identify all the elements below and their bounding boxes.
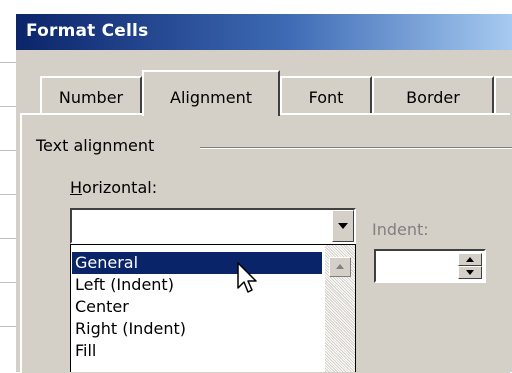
horizontal-label-rest: orizontal:: [82, 178, 158, 197]
list-item-fill[interactable]: Fill: [72, 340, 322, 362]
grid-line: [0, 194, 16, 195]
indent-spinner[interactable]: [374, 249, 486, 283]
dropdown-button[interactable]: [332, 210, 354, 242]
list-item-left-indent[interactable]: Left (Indent): [72, 274, 322, 296]
grid-line: [0, 282, 16, 283]
scroll-up-icon: [336, 264, 344, 269]
horizontal-select[interactable]: [70, 208, 356, 244]
grid-line: [0, 326, 16, 327]
spin-up-icon: [466, 257, 474, 262]
spin-buttons: [458, 253, 482, 279]
grid-line: [0, 106, 16, 107]
tab-label: Border: [406, 88, 460, 107]
tab-alignment[interactable]: Alignment: [142, 70, 280, 116]
horizontal-dropdown-list[interactable]: General Left (Indent) Center Right (Inde…: [70, 244, 356, 372]
tab-font[interactable]: Font: [280, 76, 372, 116]
spin-up-button[interactable]: [458, 253, 482, 266]
indent-label: Indent:: [372, 220, 429, 239]
tab-label: Font: [308, 88, 344, 107]
mouse-pointer-icon: [237, 262, 257, 293]
tab-label: Number: [58, 88, 124, 107]
horizontal-label: Horizontal:: [70, 178, 157, 197]
dropdown-arrow-icon: [338, 223, 348, 229]
group-divider: [200, 147, 512, 149]
dialog-title: Format Cells: [26, 21, 149, 41]
grid-line: [0, 150, 16, 151]
dropdown-scrollbar[interactable]: [325, 245, 355, 372]
grid-line: [0, 238, 16, 239]
spin-down-icon: [466, 270, 474, 275]
tab-label: Alignment: [170, 88, 252, 107]
tab-border[interactable]: Border: [372, 76, 494, 116]
tab-partial[interactable]: [494, 76, 512, 116]
text-alignment-group-label: Text alignment: [36, 136, 159, 155]
list-item-general[interactable]: General: [72, 252, 322, 274]
grid-line: [0, 62, 16, 63]
spin-down-button[interactable]: [458, 266, 482, 279]
list-item-right-indent[interactable]: Right (Indent): [72, 318, 322, 340]
horizontal-label-accelerator: H: [70, 178, 83, 197]
list-item-center[interactable]: Center: [72, 296, 322, 318]
dialog-titlebar[interactable]: Format Cells: [16, 14, 512, 50]
tab-number[interactable]: Number: [40, 76, 142, 116]
scroll-up-button[interactable]: [329, 257, 351, 277]
